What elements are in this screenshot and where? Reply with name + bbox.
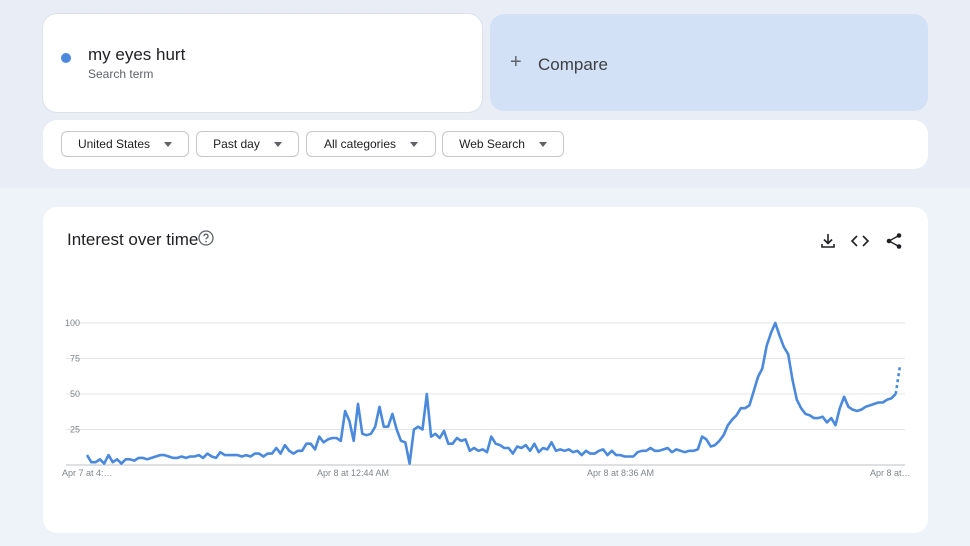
series-line	[85, 321, 897, 465]
x-tick-label: Apr 7 at 4:…	[62, 468, 113, 478]
y-tick-labels: 25 50 75 100	[65, 318, 80, 435]
x-tick-label: Apr 8 at…	[870, 468, 911, 478]
y-tick-label: 25	[70, 425, 80, 435]
y-tick-label: 75	[70, 354, 80, 364]
x-tick-label: Apr 8 at 12:44 AM	[317, 468, 389, 478]
y-tick-label: 100	[65, 318, 80, 328]
line-chart: 255075100 Apr 7 at 4:… Apr 8 at 12:44 AM A…	[62, 318, 911, 478]
x-tick-label: Apr 8 at 8:36 AM	[587, 468, 654, 478]
x-tick-labels: Apr 7 at 4:… Apr 8 at 12:44 AM Apr 8 at 8:…	[62, 468, 911, 478]
y-tick-label: 50	[70, 389, 80, 399]
gridlines	[66, 322, 905, 466]
series-projected-line	[894, 365, 902, 395]
